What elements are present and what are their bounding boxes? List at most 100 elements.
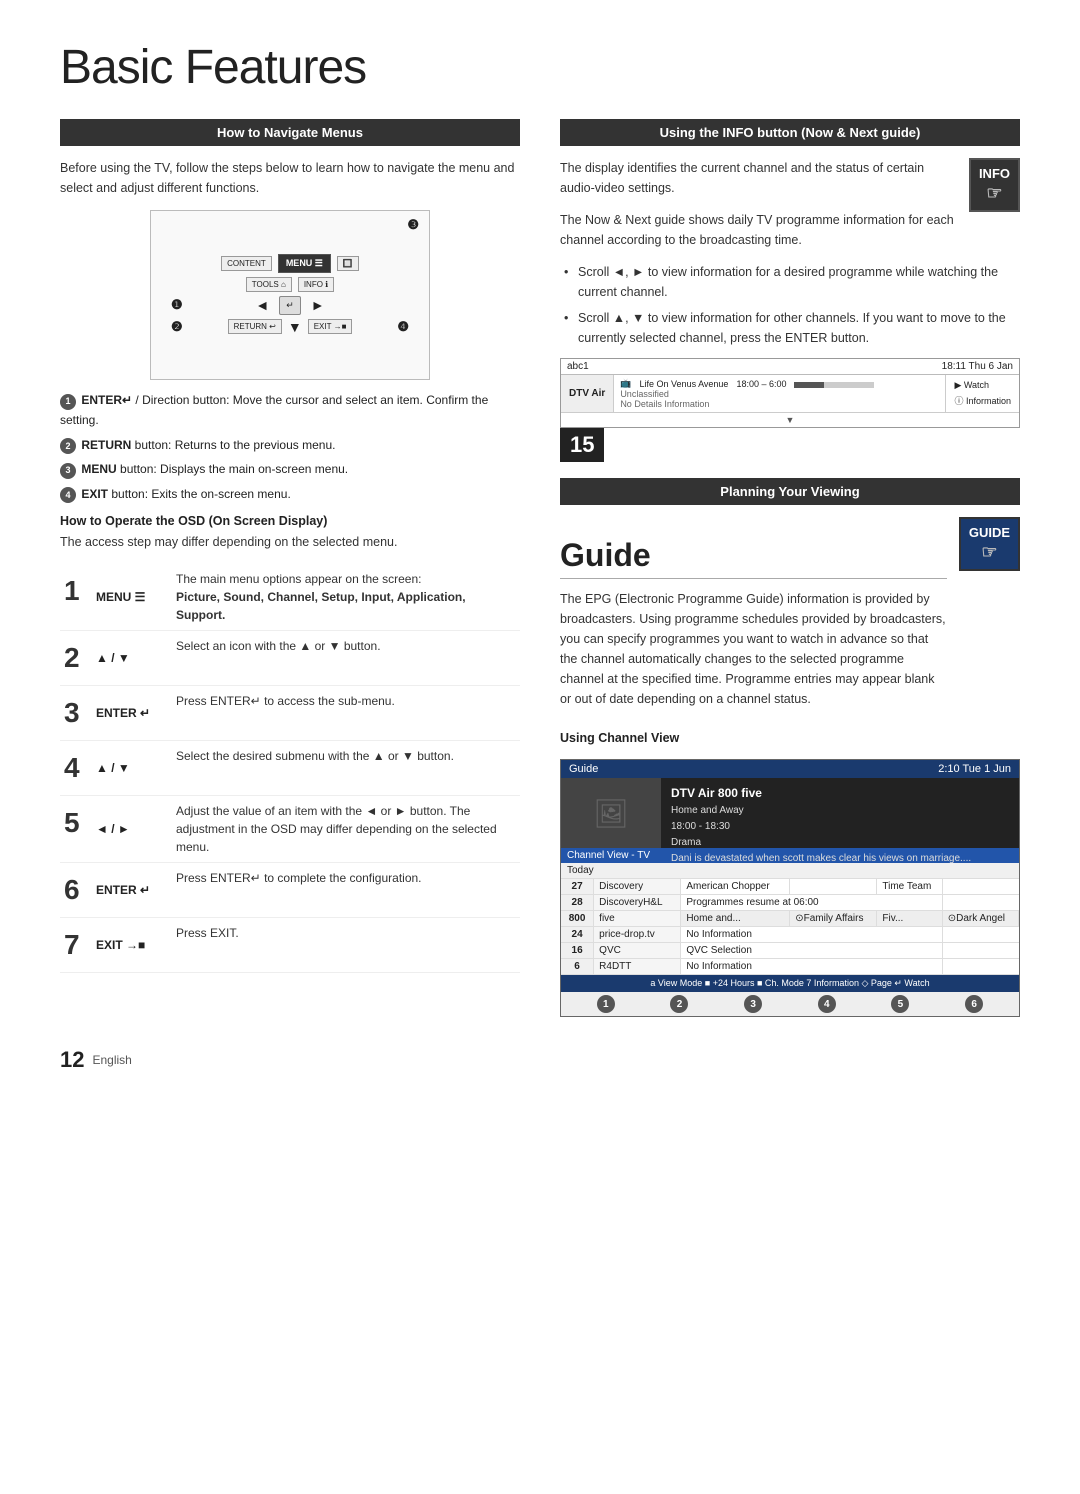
steps-table: 1 MENU ☰ The main menu options appear on… <box>60 564 520 973</box>
guide-btn-label: GUIDE <box>969 525 1010 540</box>
table-row: 2 ▲ / ▼ Select an icon with the ▲ or ▼ b… <box>60 630 520 685</box>
table-row: 6 R4DTT No Information <box>561 959 1019 975</box>
ch-num-big: 15 <box>560 428 604 462</box>
guide-para: The EPG (Electronic Programme Guide) inf… <box>560 589 947 709</box>
guide-preview-text: DTV Air 800 five Home and Away 18:00 - 1… <box>661 778 981 848</box>
navigate-menus-header: How to Navigate Menus <box>60 119 520 146</box>
cib-program-name: Life On Venus Avenue <box>640 379 729 389</box>
cib-program-icon: 📺 <box>620 378 631 389</box>
table-row: 27 Discovery American Chopper Time Team <box>561 879 1019 895</box>
guide-preview: 🖼 DTV Air 800 five Home and Away 18:00 -… <box>561 778 1019 848</box>
guide-circle-1: 1 <box>597 995 615 1013</box>
page-number: 12 <box>60 1047 84 1073</box>
exit-btn: EXIT →■ <box>308 319 353 334</box>
cib-actions: ▶ Watch ⓘ Information <box>945 375 1019 412</box>
info-btn-label: INFO <box>979 166 1010 181</box>
info-section-header: Using the INFO button (Now & Next guide) <box>560 119 1020 146</box>
guide-circle-2: 2 <box>670 995 688 1013</box>
table-row: 800 five Home and... ⊙Family Affairs Fiv… <box>561 911 1019 927</box>
num1-label: ❶ <box>171 297 183 313</box>
guide-circle-3: 3 <box>744 995 762 1013</box>
arrow-down-btn: ▼ <box>288 319 302 335</box>
num3-label: ❸ <box>407 217 419 233</box>
preview-genre: Drama <box>671 835 971 851</box>
num2-label: ❷ <box>171 319 183 335</box>
num-item-1: 1 ENTER↵ / Direction button: Move the cu… <box>60 390 520 431</box>
table-row: 7 EXIT →■ Press EXIT. <box>60 917 520 972</box>
circle-3: 3 <box>60 463 76 479</box>
cib-progress-fill <box>794 382 824 388</box>
info-para1: The display identifies the current chann… <box>560 158 1020 198</box>
cib-main-row: DTV Air 📺 Life On Venus Avenue 18:00 – 6… <box>561 375 1019 413</box>
page-footer: 12 English <box>60 1047 1020 1073</box>
osd-intro: The access step may differ depending on … <box>60 532 520 552</box>
language-label: English <box>92 1053 131 1067</box>
table-row: 16 QVC QVC Selection <box>561 943 1019 959</box>
table-row: 28 DiscoveryH&L Programmes resume at 06:… <box>561 895 1019 911</box>
circle-4: 4 <box>60 487 76 503</box>
guide-circle-6: 6 <box>965 995 983 1013</box>
navigate-intro: Before using the TV, follow the steps be… <box>60 158 520 198</box>
guide-btn-remote: 🔲 <box>337 256 359 271</box>
left-column: How to Navigate Menus Before using the T… <box>60 119 520 1017</box>
guide-header-left: Guide <box>569 763 598 775</box>
guide-circle-numbers: 1 2 3 4 5 6 <box>561 992 1019 1016</box>
cib-channel-name: abc1 <box>567 361 589 372</box>
arrow-left: ◄ <box>255 297 269 313</box>
guide-header-right: 2:10 Tue 1 Jun <box>938 763 1011 775</box>
cib-header: abc1 18:11 Thu 6 Jan <box>561 359 1019 375</box>
num-item-4: 4 EXIT button: Exits the on-screen menu. <box>60 484 520 504</box>
preview-time: 18:00 - 18:30 <box>671 819 971 835</box>
cib-progress-bar <box>794 382 874 388</box>
table-row: 6 ENTER ↵ Press ENTER↵ to complete the c… <box>60 862 520 917</box>
info-button-image: INFO ☞ <box>969 158 1020 212</box>
guide-title: Guide <box>560 537 947 579</box>
page-title: Basic Features <box>60 40 1020 95</box>
preview-channel: DTV Air 800 five <box>671 784 971 803</box>
guide-channel-view-box: Guide 2:10 Tue 1 Jun 🖼 DTV Air 800 five … <box>560 759 1020 1017</box>
enter-center-btn: ↵ <box>279 296 301 315</box>
cib-sub-info: Unclassified No Details Information <box>620 389 939 409</box>
channel-num-overlay: 15 <box>560 428 1020 462</box>
table-row: 4 ▲ / ▼ Select the desired submenu with … <box>60 740 520 795</box>
guide-section: GUIDE ☞ Guide The EPG (Electronic Progra… <box>560 517 1020 1017</box>
return-btn: RETURN ↩ <box>228 319 282 334</box>
guide-footer-bar: a View Mode ■ +24 Hours ■ Ch. Mode 7 Inf… <box>561 975 1019 992</box>
preview-show: Home and Away <box>671 803 971 819</box>
table-row: 3 ENTER ↵ Press ENTER↵ to access the sub… <box>60 685 520 740</box>
guide-footer-text: a View Mode ■ +24 Hours ■ Ch. Mode 7 Inf… <box>650 978 929 989</box>
menu-btn: MENU ☰ <box>278 254 331 273</box>
guide-box-header: Guide 2:10 Tue 1 Jun <box>561 760 1019 778</box>
cib-sub2: No Details Information <box>620 399 709 409</box>
cib-footer-arrow: ▼ <box>561 413 1019 427</box>
tools-btn: TOOLS ⌂ <box>246 277 292 292</box>
circle-1: 1 <box>60 394 76 410</box>
info-btn-remote: INFO ℹ <box>298 277 334 292</box>
info-para2: The Now & Next guide shows daily TV prog… <box>560 210 1020 250</box>
cib-program-info: 📺 Life On Venus Avenue 18:00 – 6:00 Uncl… <box>614 375 945 412</box>
table-row: 24 price-drop.tv No Information <box>561 927 1019 943</box>
num4-label: ❹ <box>397 319 409 335</box>
cib-info-action: ⓘ Information <box>954 394 1011 407</box>
info-bullets: Scroll ◄, ► to view information for a de… <box>560 262 1020 348</box>
osd-subtitle: How to Operate the OSD (On Screen Displa… <box>60 514 520 528</box>
circle-2: 2 <box>60 438 76 454</box>
planning-header: Planning Your Viewing <box>560 478 1020 505</box>
guide-button-image: GUIDE ☞ <box>959 517 1020 571</box>
arrow-right: ► <box>311 297 325 313</box>
channel-view-subtitle: Using Channel View <box>560 731 1020 745</box>
bullet-item: Scroll ◄, ► to view information for a de… <box>564 262 1020 302</box>
preview-desc: Dani is devastated when scott makes clea… <box>671 851 971 867</box>
cib-time-range: 18:00 – 6:00 <box>736 379 786 389</box>
numbered-list: 1 ENTER↵ / Direction button: Move the cu… <box>60 390 520 504</box>
guide-preview-thumbnail: 🖼 <box>561 778 661 848</box>
cib-time: 18:11 Thu 6 Jan <box>942 361 1013 372</box>
cib-sub1: Unclassified <box>620 389 669 399</box>
remote-diagram: CONTENT MENU ☰ 🔲 ❸ TOOLS ⌂ INFO ℹ ❶ ◄ ↵ … <box>60 210 520 380</box>
guide-channels-table: 27 Discovery American Chopper Time Team … <box>561 879 1019 975</box>
table-row: 1 MENU ☰ The main menu options appear on… <box>60 564 520 631</box>
guide-circle-5: 5 <box>891 995 909 1013</box>
num-item-2: 2 RETURN button: Returns to the previous… <box>60 435 520 455</box>
cib-watch: ▶ Watch <box>954 380 1011 391</box>
num-item-3: 3 MENU button: Displays the main on-scre… <box>60 459 520 479</box>
